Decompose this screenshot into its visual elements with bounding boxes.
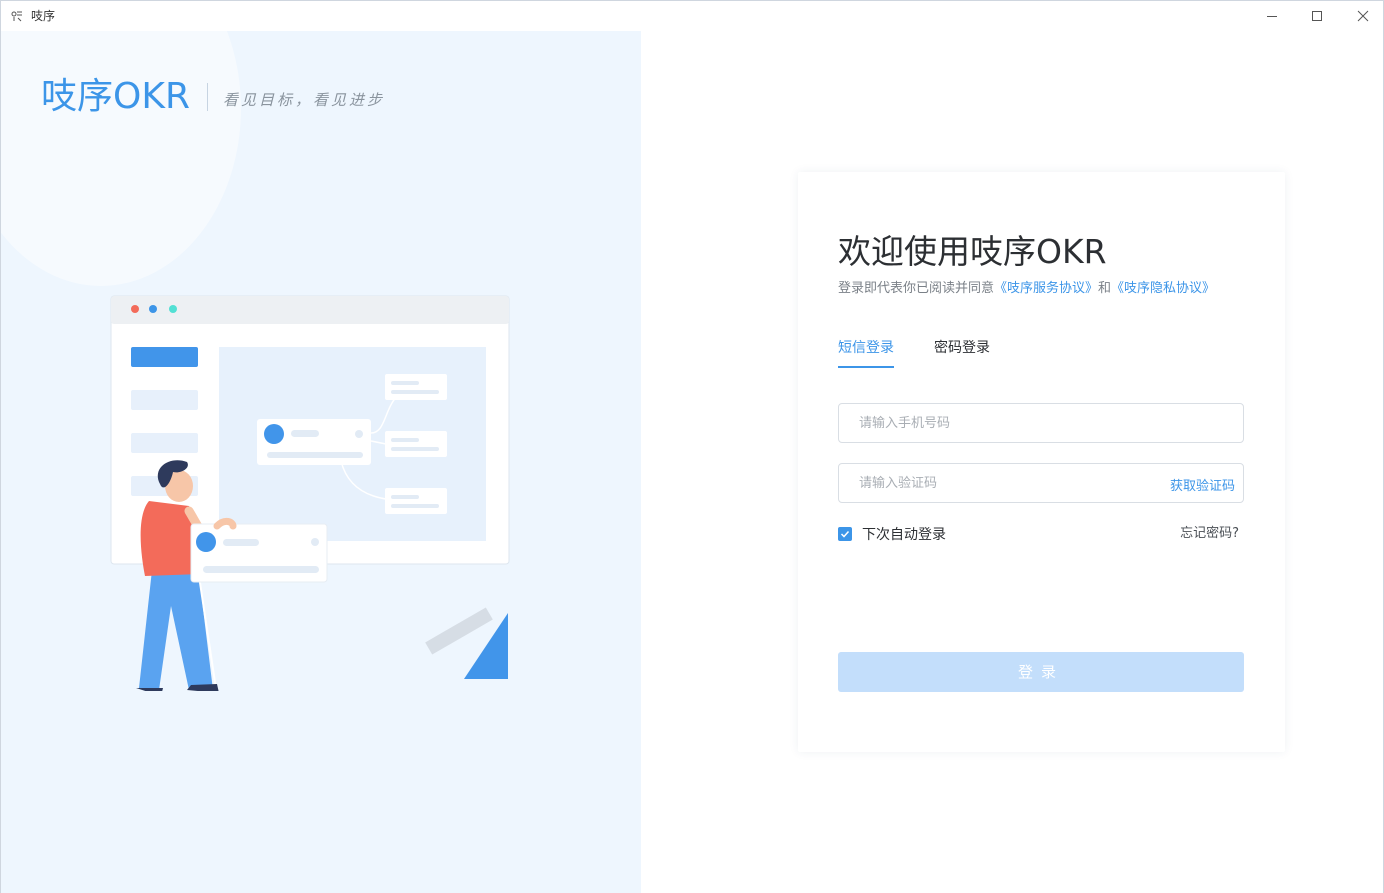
forgot-password-link[interactable]: 忘记密码?: [1180, 522, 1239, 541]
maximize-button[interactable]: [1294, 1, 1340, 31]
window-title: 吱序: [31, 9, 56, 23]
tab-password-login[interactable]: 密码登录: [934, 338, 990, 358]
close-icon: [1357, 10, 1369, 22]
auto-login-label: 下次自动登录: [862, 527, 946, 543]
title-bar: 吱序: [1, 1, 1383, 31]
brand-divider: [207, 83, 208, 111]
app-logo-icon: [11, 11, 22, 22]
login-card: 欢迎使用吱序OKR 登录即代表你已阅读并同意《吱序服务协议》和《吱序隐私协议》 …: [798, 172, 1285, 752]
decorative-circle: [1, 31, 241, 286]
brand-logo: 吱序OKR: [41, 76, 190, 117]
okr-illustration: [110, 295, 510, 691]
maximize-icon: [1312, 11, 1322, 21]
minimize-icon: [1267, 16, 1277, 17]
privacy-agreement-link[interactable]: 《吱序隐私协议》: [1111, 281, 1215, 296]
login-panel: 欢迎使用吱序OKR 登录即代表你已阅读并同意《吱序服务协议》和《吱序隐私协议》 …: [641, 31, 1383, 893]
verification-code-input[interactable]: [839, 464, 1129, 502]
agreement-prefix: 登录即代表你已阅读并同意: [838, 281, 995, 296]
minimize-button[interactable]: [1249, 1, 1295, 31]
service-agreement-link[interactable]: 《吱序服务协议》: [994, 281, 1098, 296]
checkbox-checked-icon[interactable]: [838, 527, 852, 541]
get-code-button[interactable]: 获取验证码: [1170, 475, 1235, 494]
app-window: 吱序 吱序OKR 看见目标，看见进步 欢迎使用吱序OKR 登录即代表你已阅读并同…: [0, 0, 1384, 893]
phone-field: [838, 403, 1244, 443]
auto-login-checkbox[interactable]: 下次自动登录: [838, 524, 946, 544]
login-button[interactable]: 登录: [838, 652, 1244, 692]
phone-input[interactable]: [839, 404, 1243, 442]
tab-sms-login[interactable]: 短信登录: [838, 338, 894, 368]
brand-panel: 吱序OKR 看见目标，看见进步: [1, 31, 641, 893]
login-title: 欢迎使用吱序OKR: [838, 232, 1107, 271]
code-field: 获取验证码: [838, 463, 1244, 503]
agreement-conjunction: 和: [1098, 281, 1112, 296]
brand-slogan: 看见目标，看见进步: [223, 91, 386, 109]
agreement-text: 登录即代表你已阅读并同意《吱序服务协议》和《吱序隐私协议》: [838, 280, 1215, 298]
close-button[interactable]: [1340, 1, 1384, 31]
